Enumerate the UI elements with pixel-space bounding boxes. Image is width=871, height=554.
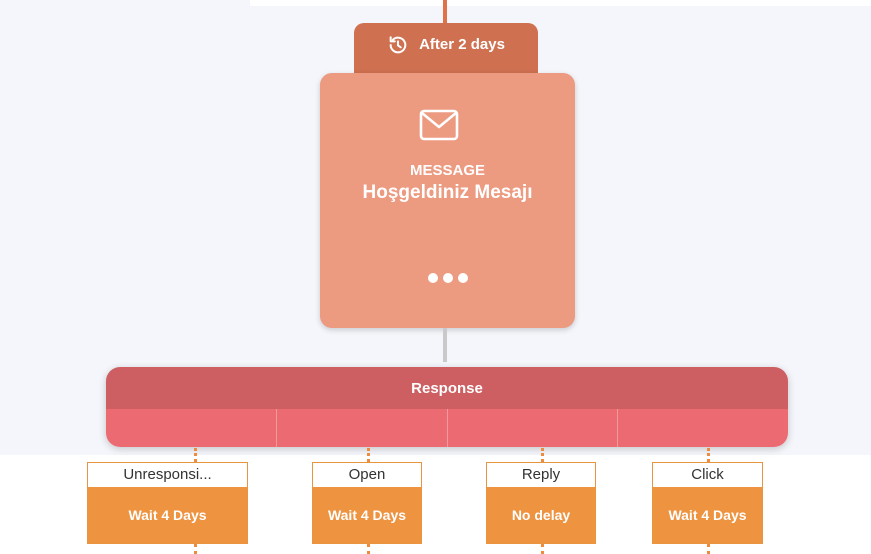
branch-connector	[541, 448, 544, 462]
response-outlet[interactable]	[448, 409, 619, 447]
branch-wait: Wait 4 Days	[313, 487, 421, 543]
branch-connector	[194, 544, 197, 554]
canvas-top-band	[250, 0, 871, 6]
branch-connector	[707, 448, 710, 462]
response-outlets	[106, 409, 788, 447]
response-outlet[interactable]	[618, 409, 788, 447]
branch-connector	[367, 448, 370, 462]
branch-connector	[367, 544, 370, 554]
branch-connector	[707, 544, 710, 554]
response-outlet[interactable]	[277, 409, 448, 447]
message-node[interactable]: MESSAGE Hoşgeldiniz Mesajı	[320, 73, 575, 328]
message-name: Hoşgeldiniz Mesajı	[362, 182, 533, 203]
branch-click[interactable]: Click Wait 4 Days	[652, 462, 763, 544]
mail-icon	[419, 109, 459, 141]
response-title: Response	[106, 367, 788, 409]
connector-line	[443, 0, 447, 24]
delay-label: After 2 days	[419, 36, 505, 53]
branch-wait: Wait 4 Days	[653, 487, 762, 543]
branch-label: Click	[691, 466, 724, 483]
branch-connector	[541, 544, 544, 554]
connector-line	[443, 328, 447, 362]
branch-wait: Wait 4 Days	[88, 487, 247, 543]
history-icon	[389, 36, 407, 54]
branch-label: Reply	[521, 466, 561, 483]
branch-wait: No delay	[487, 487, 595, 543]
branch-reply[interactable]: Reply No delay	[486, 462, 596, 544]
branch-unresponsive[interactable]: Unresponsi... Wait 4 Days	[87, 462, 248, 544]
response-node[interactable]: Response	[106, 367, 788, 447]
message-type: MESSAGE	[409, 162, 485, 179]
response-outlet[interactable]	[106, 409, 277, 447]
branch-label: Unresponsi...	[123, 466, 212, 483]
delay-badge[interactable]: After 2 days	[354, 23, 538, 75]
more-options-icon[interactable]	[320, 273, 575, 283]
branch-open[interactable]: Open Wait 4 Days	[312, 462, 422, 544]
branch-label: Open	[348, 466, 386, 483]
branch-connector	[194, 448, 197, 462]
